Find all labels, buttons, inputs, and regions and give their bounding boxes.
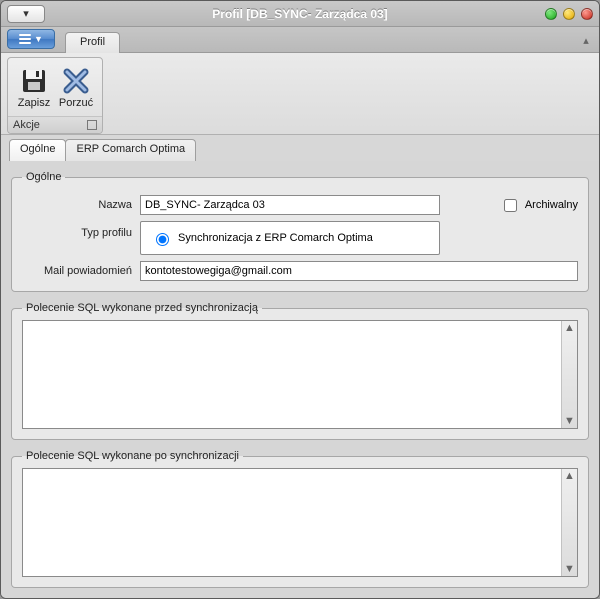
window-controls — [545, 8, 593, 20]
chevron-down-icon: ▼ — [34, 34, 43, 44]
scroll-up-icon[interactable]: ▲ — [563, 469, 577, 483]
ribbon-group-footer: Akcje — [8, 116, 102, 133]
group-ogolne: Ogólne Nazwa Archiwalny Typ profilu Sync… — [11, 171, 589, 292]
ribbon-tab-label: Profil — [80, 36, 105, 48]
scrollbar[interactable]: ▲ ▼ — [561, 321, 577, 428]
page-tabs: Ogólne ERP Comarch Optima — [1, 135, 599, 161]
typ-profilu-frame: Synchronizacja z ERP Comarch Optima — [140, 221, 440, 255]
ribbon-collapse-button[interactable]: ▴ — [579, 33, 593, 47]
save-button[interactable]: Zapisz — [14, 64, 54, 110]
save-button-label: Zapisz — [18, 97, 50, 109]
mail-input[interactable] — [140, 261, 578, 281]
maximize-button[interactable] — [563, 8, 575, 20]
sql-after-textarea[interactable] — [22, 468, 578, 577]
ribbon-body: Zapisz Porzuć Akcje — [1, 53, 599, 135]
scroll-up-icon[interactable]: ▲ — [563, 321, 577, 335]
abandon-button[interactable]: Porzuć — [56, 64, 96, 110]
tab-ogolne[interactable]: Ogólne — [9, 139, 66, 161]
typ-profilu-label: Typ profilu — [22, 221, 132, 239]
tab-erp-comarch-optima[interactable]: ERP Comarch Optima — [65, 139, 196, 161]
ribbon-tabstrip: ▼ Profil ▴ — [1, 27, 599, 53]
nazwa-input[interactable] — [140, 195, 440, 215]
group-legend: Ogólne — [22, 171, 65, 183]
typ-profilu-option: Synchronizacja z ERP Comarch Optima — [178, 232, 373, 244]
group-sql-before: Polecenie SQL wykonane przed synchroniza… — [11, 302, 589, 440]
ribbon-group-body: Zapisz Porzuć — [8, 58, 102, 116]
group-legend: Polecenie SQL wykonane przed synchroniza… — [22, 302, 262, 314]
mail-label: Mail powiadomień — [22, 265, 132, 277]
tab-label: ERP Comarch Optima — [76, 143, 185, 155]
menu-icon: ▾ — [23, 7, 29, 20]
tab-label: Ogólne — [20, 143, 55, 155]
scrollbar[interactable]: ▲ ▼ — [561, 469, 577, 576]
row-typ-profilu: Typ profilu Synchronizacja z ERP Comarch… — [22, 221, 578, 255]
window: ▾ Profil [DB_SYNC- Zarządca 03] ▼ Profil… — [0, 0, 600, 599]
content-area: Ogólne Nazwa Archiwalny Typ profilu Sync… — [1, 161, 599, 598]
quick-access-toolbar: ▾ — [7, 5, 45, 23]
archiwalny-checkbox[interactable]: Archiwalny — [500, 196, 578, 215]
sql-after-wrap: ▲ ▼ — [22, 468, 578, 577]
row-mail: Mail powiadomień — [22, 261, 578, 281]
nazwa-label: Nazwa — [22, 199, 132, 211]
sql-before-wrap: ▲ ▼ — [22, 320, 578, 429]
abandon-button-label: Porzuć — [59, 97, 93, 109]
group-sql-after: Polecenie SQL wykonane po synchronizacji… — [11, 450, 589, 588]
save-icon — [20, 67, 48, 95]
titlebar: ▾ Profil [DB_SYNC- Zarządca 03] — [1, 1, 599, 27]
minimize-button[interactable] — [545, 8, 557, 20]
archiwalny-label: Archiwalny — [525, 199, 578, 211]
ribbon-group-akcje: Zapisz Porzuć Akcje — [7, 57, 103, 134]
group-legend: Polecenie SQL wykonane po synchronizacji — [22, 450, 243, 462]
archiwalny-checkbox-input[interactable] — [504, 199, 517, 212]
chevron-up-icon: ▴ — [583, 34, 589, 47]
ribbon-group-label: Akcje — [13, 119, 40, 131]
row-nazwa: Nazwa Archiwalny — [22, 195, 578, 215]
window-title: Profil [DB_SYNC- Zarządca 03] — [1, 7, 599, 21]
typ-profilu-radio[interactable] — [156, 233, 169, 246]
sql-before-textarea[interactable] — [22, 320, 578, 429]
scroll-down-icon[interactable]: ▼ — [563, 414, 577, 428]
close-button[interactable] — [581, 8, 593, 20]
qat-menu-button[interactable]: ▾ — [7, 5, 45, 23]
list-icon — [19, 34, 31, 44]
ribbon-tab-profil[interactable]: Profil — [65, 32, 120, 53]
ribbon-app-button[interactable]: ▼ — [7, 29, 55, 49]
scroll-down-icon[interactable]: ▼ — [563, 562, 577, 576]
close-x-icon — [62, 67, 90, 95]
dialog-launcher-icon[interactable] — [87, 120, 97, 130]
